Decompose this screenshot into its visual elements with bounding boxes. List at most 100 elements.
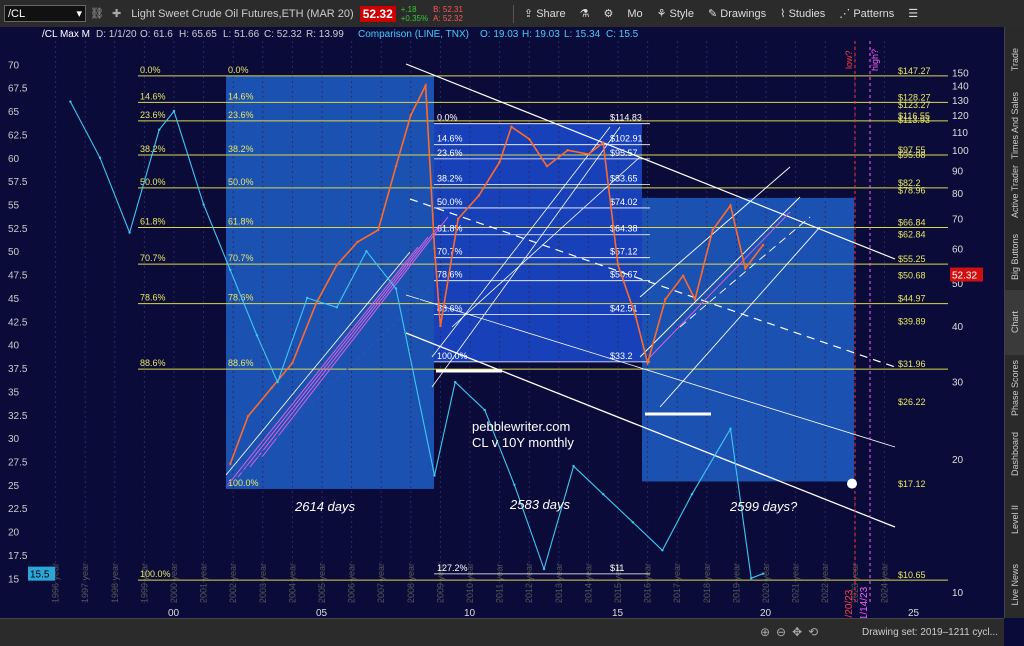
series-point-tnx [513, 483, 516, 487]
year-label: 2016 year [643, 563, 653, 603]
series-point-tnx [158, 128, 161, 131]
pin-icon[interactable]: ✚ [112, 7, 121, 20]
right-axis-tick: 40 [952, 322, 964, 333]
vline-label-2: high? [870, 49, 880, 71]
fib-label-set2: 0.0% [228, 65, 249, 75]
fib-label-set3: 23.6% [437, 148, 463, 158]
fib-label-set2: 61.8% [228, 217, 254, 227]
sidebar-tab[interactable]: Active Trader [1005, 158, 1024, 224]
sidebar-tab-label: Times And Sales [1010, 91, 1020, 160]
drawing-set-label[interactable]: Drawing set: 2019–1211 cycl... [862, 627, 998, 638]
x-axis-tick: 15 [612, 608, 624, 618]
patterns-button[interactable]: ⋰ Patterns [839, 7, 894, 20]
right-axis-tick: 100 [952, 146, 969, 157]
sidebar-tab[interactable]: Live News [1005, 552, 1024, 618]
series-point-cl [246, 415, 250, 418]
fib-label-set3: 0.0% [437, 113, 458, 123]
series-point-tnx [433, 474, 436, 477]
series-point-tnx [306, 296, 309, 300]
year-label: 2008 year [406, 563, 416, 603]
series-point-tnx [202, 203, 205, 206]
fib-label-set1: 70.7% [140, 253, 166, 263]
fib-label-set1: 100.0% [140, 569, 171, 579]
left-axis-tick: 17.5 [8, 551, 28, 562]
right-axis-tick: 110 [952, 128, 968, 139]
drawings-button[interactable]: ✎ Drawings [708, 7, 766, 20]
left-axis-tick: 15 [8, 574, 20, 585]
cycle-box-1 [226, 75, 434, 489]
fib-label-set1: 78.6% [140, 293, 166, 303]
sidebar-tab[interactable]: Big Buttons [1005, 224, 1024, 290]
sidebar-tab[interactable]: Dashboard [1005, 421, 1024, 487]
target-point [847, 478, 857, 489]
style-button[interactable]: ⚘ Style [657, 7, 694, 20]
date-label-1: 4/20/23 [844, 589, 855, 618]
left-axis-tick: 30 [8, 434, 20, 445]
cycle-box-2 [434, 123, 642, 362]
x-axis-tick: 20 [760, 608, 772, 618]
series-point-cl [314, 302, 318, 305]
aggregation-label: Mo [627, 7, 643, 20]
sidebar-tab[interactable]: Times And Sales [1005, 91, 1024, 160]
gear-button[interactable]: ⚙ [603, 7, 613, 20]
fib-price-set3: $57.12 [610, 247, 638, 257]
studies-button[interactable]: ⌇ Studies [780, 7, 825, 20]
left-axis-tick: 67.5 [8, 84, 28, 95]
sidebar-tab[interactable]: Level II [1005, 487, 1024, 553]
header-open: O: 61.6 [140, 29, 173, 40]
series-point-cl [545, 165, 549, 168]
series-point-cl [394, 165, 398, 168]
menu-button[interactable]: ☰ [908, 7, 918, 20]
series-point-tnx [542, 567, 546, 571]
price-chart[interactable]: 1996 year 1997 year 1998 year 1999 year 2000… [0, 27, 1004, 618]
left-axis-tick: 27.5 [8, 458, 28, 469]
sidebar-tab-label: Active Trader [1010, 164, 1020, 218]
year-label: 2004 year [287, 563, 297, 603]
symbol-selector[interactable]: /CL ▾ [4, 5, 86, 22]
settings-button[interactable]: ⚗ [580, 7, 590, 20]
fib-label-set2: 38.2% [228, 144, 254, 154]
year-label: 2012 year [524, 563, 534, 603]
left-axis-tick: 42.5 [8, 317, 28, 328]
sidebar-tab[interactable]: Phase Scores [1005, 355, 1024, 421]
fib-label-set3: 70.7% [437, 247, 463, 257]
header-close: C: 52.32 [264, 29, 302, 40]
left-axis-tick: 25 [8, 481, 20, 492]
fib-label-set2: 78.6% [228, 293, 254, 303]
series-point-tnx [761, 572, 765, 575]
fib-label-set1: 14.6% [140, 91, 166, 101]
fib-price-right: $17.12 [898, 479, 926, 489]
sidebar-tab[interactable]: Chart [1005, 289, 1024, 356]
link-icon[interactable]: ⛓ [90, 7, 104, 20]
series-point-cl [477, 194, 481, 197]
series-point-tnx [661, 549, 664, 552]
fib-label-set3: 61.8% [437, 224, 463, 234]
left-axis-tick: 60 [8, 154, 20, 165]
zoom-controls[interactable]: ⊕⊖✥⟲ [760, 625, 824, 639]
ask-price: A: 52.32 [433, 13, 463, 23]
header-cmp-close: C: 15.5 [606, 29, 639, 40]
series-point-cl [528, 137, 531, 141]
right-axis-tick: 130 [952, 96, 969, 107]
fib-price-right: $39.89 [898, 317, 926, 327]
fib-label-set2: 23.6% [228, 110, 254, 120]
header-cmp-open: O: 19.03 [480, 29, 519, 40]
sidebar-tab[interactable]: Trade [1005, 27, 1024, 93]
header-high: H: 65.65 [179, 29, 217, 40]
fib-label-set2: 14.6% [228, 91, 254, 101]
left-axis-tick: 70 [8, 60, 20, 71]
fib-price-set3: $74.02 [610, 197, 638, 207]
bottom-bar: ⊕⊖✥⟲ Drawing set: 2019–1211 cycl... [0, 618, 1004, 646]
sidebar-tab-label: Live News [1010, 564, 1020, 606]
series-point-tnx [172, 109, 176, 113]
series-point-tnx [335, 306, 338, 309]
sidebar-tab-label: Big Buttons [1010, 233, 1020, 280]
right-sidebar: Trade Times And Sales Active Trader Big But… [1004, 27, 1024, 618]
fib-price-right: $31.96 [898, 359, 926, 369]
share-button[interactable]: ⇪ Share [524, 7, 566, 20]
right-axis-tick: 140 [952, 82, 969, 93]
series-point-tnx [454, 380, 457, 384]
aggregation-button[interactable]: Mo [627, 8, 642, 20]
right-axis-tick: 150 [952, 68, 969, 79]
header-date: D: 1/1/20 [96, 29, 137, 40]
